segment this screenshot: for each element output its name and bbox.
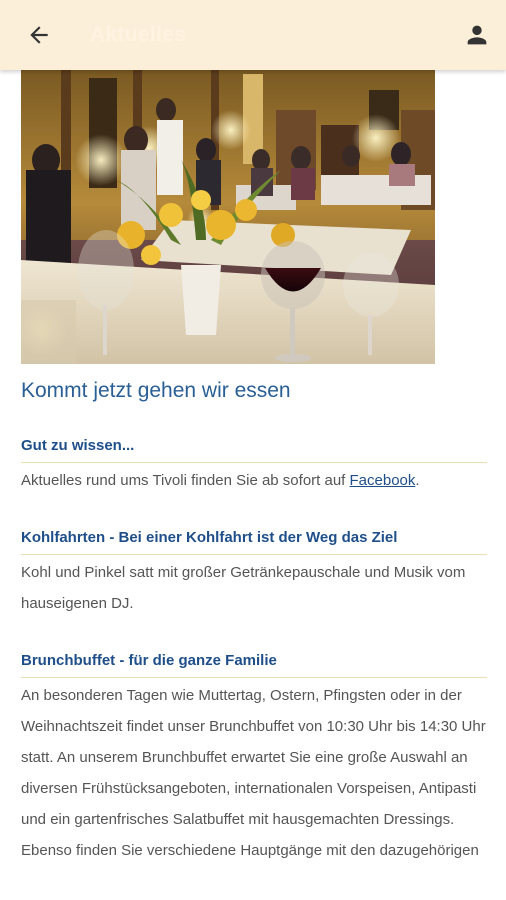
facebook-link[interactable]: Facebook: [350, 472, 416, 489]
section-title: Kohlfahrten - Bei einer Kohlfahrt ist de…: [21, 528, 487, 555]
restaurant-dining-image: [21, 70, 435, 364]
section-text: Kohl und Pinkel satt mit großer Getränke…: [21, 564, 466, 612]
back-button[interactable]: [24, 20, 54, 50]
arrow-left-icon: [30, 26, 48, 44]
article-content: Kommt jetzt gehen wir essen Gut zu wisse…: [21, 364, 487, 866]
restaurant-photo: [21, 70, 435, 364]
person-icon: [467, 25, 487, 45]
page-title: Aktuelles: [90, 23, 187, 46]
profile-button[interactable]: [462, 20, 492, 50]
section-title: Gut zu wissen...: [21, 436, 487, 463]
section-good-to-know: Gut zu wissen... Aktuelles rund ums Tivo…: [21, 436, 487, 496]
article-headline: Kommt jetzt gehen wir essen: [21, 379, 291, 402]
section-text-after: .: [415, 472, 420, 489]
app-bar: Aktuelles: [0, 0, 506, 70]
section-brunchbuffet: Brunchbuffet - für die ganze Familie An …: [21, 651, 487, 866]
section-kohlfahrten: Kohlfahrten - Bei einer Kohlfahrt ist de…: [21, 528, 487, 619]
section-title: Brunchbuffet - für die ganze Familie: [21, 651, 487, 678]
section-text-before: Aktuelles rund ums Tivoli finden Sie ab …: [21, 472, 350, 489]
section-text: An besonderen Tagen wie Muttertag, Oster…: [21, 687, 486, 859]
section-text: Aktuelles rund ums Tivoli finden Sie ab …: [21, 465, 487, 496]
